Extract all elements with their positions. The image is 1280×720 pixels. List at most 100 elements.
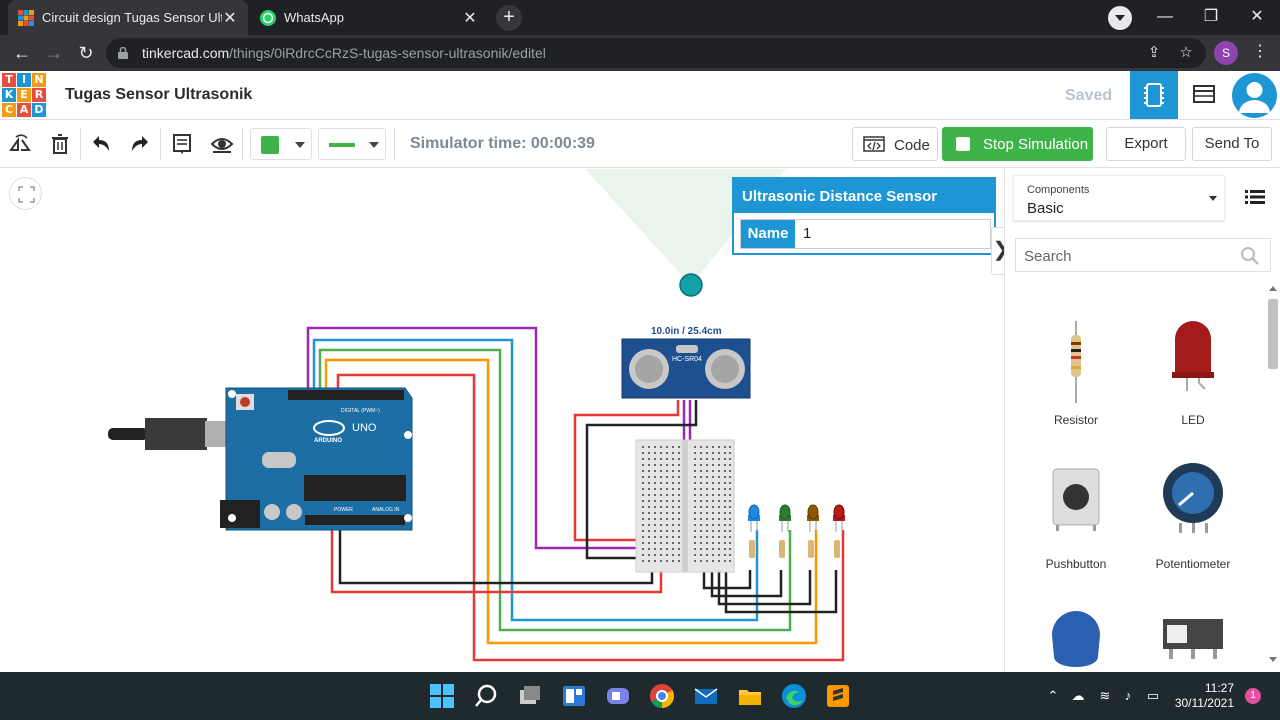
components-category-select[interactable]: Components Basic [1013, 175, 1225, 221]
notification-badge[interactable]: 1 [1245, 688, 1261, 704]
breadboard-hole [654, 446, 656, 448]
ultrasonic-sensor[interactable] [621, 338, 751, 399]
tinkercad-logo[interactable]: T I N K E R C A D [2, 73, 46, 117]
forward-icon[interactable]: → [42, 41, 66, 65]
profile-avatar[interactable]: S [1214, 41, 1238, 65]
breadboard-hole [672, 530, 674, 532]
mail-icon[interactable] [692, 682, 720, 710]
breadboard-hole [729, 536, 731, 538]
redo-icon[interactable] [128, 132, 152, 156]
name-field-label: Name [741, 220, 795, 248]
chevron-up-icon[interactable]: ⌃ [1045, 688, 1061, 704]
search-input[interactable] [1024, 246, 1234, 266]
breadboard-hole [729, 470, 731, 472]
component-list-button[interactable] [1180, 71, 1228, 119]
breadboard-hole [678, 458, 680, 460]
reload-icon[interactable]: ↻ [74, 41, 98, 65]
app-header: T I N K E R C A D Tugas Sensor Ultrasoni… [0, 71, 1280, 120]
breadboard-hole [648, 530, 650, 532]
code-button[interactable]: Code [852, 127, 938, 161]
visibility-icon[interactable] [210, 132, 234, 156]
teams-chat-icon[interactable] [604, 682, 632, 710]
scrollbar-thumb[interactable] [1268, 299, 1278, 369]
component-potentiometer[interactable]: Potentiometer [1138, 461, 1248, 591]
export-button[interactable]: Export [1106, 127, 1186, 161]
name-field-input[interactable]: 1 [803, 225, 811, 242]
user-avatar[interactable] [1232, 73, 1277, 118]
breadboard-hole [694, 446, 696, 448]
tab-search-icon[interactable] [1108, 6, 1132, 30]
led-blue[interactable] [748, 504, 760, 532]
send-to-button[interactable]: Send To [1192, 127, 1272, 161]
stop-simulation-button[interactable]: Stop Simulation [942, 127, 1093, 161]
task-view-icon[interactable] [516, 682, 544, 710]
circuit-view-button[interactable] [1130, 71, 1178, 119]
edge-icon[interactable] [780, 682, 808, 710]
start-menu-icon[interactable] [428, 682, 456, 710]
search-icon[interactable] [472, 682, 500, 710]
back-icon[interactable]: ← [10, 41, 34, 65]
breadboard-hole [648, 446, 650, 448]
breadboard-hole [718, 554, 720, 556]
breadboard-hole [700, 452, 702, 454]
onedrive-icon[interactable]: ☁ [1070, 688, 1086, 704]
notes-icon[interactable] [170, 132, 194, 156]
close-window-icon[interactable]: ✕ [1234, 0, 1280, 35]
rotate-icon[interactable] [8, 132, 32, 156]
breadboard-hole [729, 542, 731, 544]
browser-tab-tinkercad[interactable]: Circuit design Tugas Sensor Ultra ✕ [8, 0, 248, 35]
widgets-icon[interactable] [560, 682, 588, 710]
component-slideswitch[interactable] [1138, 605, 1248, 672]
component-label: Resistor [1053, 413, 1098, 427]
close-tab-icon[interactable]: ✕ [462, 8, 478, 28]
distance-target-handle[interactable] [679, 273, 703, 297]
component-pushbutton[interactable]: Pushbutton [1021, 461, 1131, 591]
breadboard-hole [718, 518, 720, 520]
led-red[interactable] [833, 504, 845, 532]
volume-icon[interactable]: ♪ [1120, 688, 1136, 704]
breadboard-hole [648, 476, 650, 478]
design-title[interactable]: Tugas Sensor Ultrasonik [65, 86, 252, 104]
close-tab-icon[interactable]: ✕ [222, 8, 238, 28]
trash-icon[interactable] [48, 132, 72, 156]
breadboard-hole [654, 464, 656, 466]
scroll-up-icon[interactable] [1269, 286, 1277, 291]
new-tab-button[interactable]: + [496, 5, 522, 31]
breadboard-hole [706, 548, 708, 550]
fit-view-button[interactable] [9, 177, 42, 210]
bookmark-star-icon[interactable]: ☆ [1176, 43, 1196, 63]
wifi-icon[interactable]: ≋ [1097, 688, 1113, 704]
wire-color-picker[interactable] [250, 128, 312, 160]
breadboard-hole [642, 458, 644, 460]
breadboard-hole [694, 536, 696, 538]
list-view-icon[interactable] [1245, 189, 1265, 205]
breadboard-hole [642, 560, 644, 562]
component-capacitor[interactable] [1021, 605, 1131, 672]
chrome-icon[interactable] [648, 682, 676, 710]
component-led[interactable]: LED [1138, 317, 1248, 447]
component-resistor[interactable]: Resistor [1021, 317, 1131, 447]
url-field[interactable]: tinkercad.com/things/0iRdrcCcRzS-tugas-s… [106, 38, 1206, 68]
resistors[interactable] [749, 540, 840, 558]
wire-type-picker[interactable] [318, 128, 386, 160]
undo-icon[interactable] [89, 132, 113, 156]
browser-menu-icon[interactable]: ⋮ [1250, 40, 1270, 64]
restore-icon[interactable]: ❐ [1188, 0, 1234, 35]
minimize-icon[interactable]: — [1142, 0, 1188, 35]
stop-simulation-label: Stop Simulation [983, 136, 1089, 153]
chevron-down-icon [295, 142, 305, 148]
search-icon[interactable] [1240, 246, 1260, 266]
system-clock[interactable]: 11:27 30/11/2021 [1172, 681, 1234, 711]
breadboard-hole [712, 488, 714, 490]
address-bar: ← → ↻ tinkercad.com/things/0iRdrcCcRzS-t… [0, 35, 1280, 71]
breadboard-hole [678, 494, 680, 496]
browser-tab-whatsapp[interactable]: WhatsApp ✕ [250, 0, 488, 35]
battery-icon[interactable]: ▭ [1145, 688, 1161, 704]
share-icon[interactable]: ⇪ [1144, 43, 1164, 63]
led-orange[interactable] [807, 504, 819, 532]
sublime-text-icon[interactable] [824, 682, 852, 710]
file-explorer-icon[interactable] [736, 682, 764, 710]
circuit-canvas[interactable]: ARDUINO UNO DIGITAL (PWM~) POWER ANALOG … [0, 169, 1003, 672]
scroll-down-icon[interactable] [1269, 657, 1277, 662]
led-green[interactable] [779, 504, 791, 532]
